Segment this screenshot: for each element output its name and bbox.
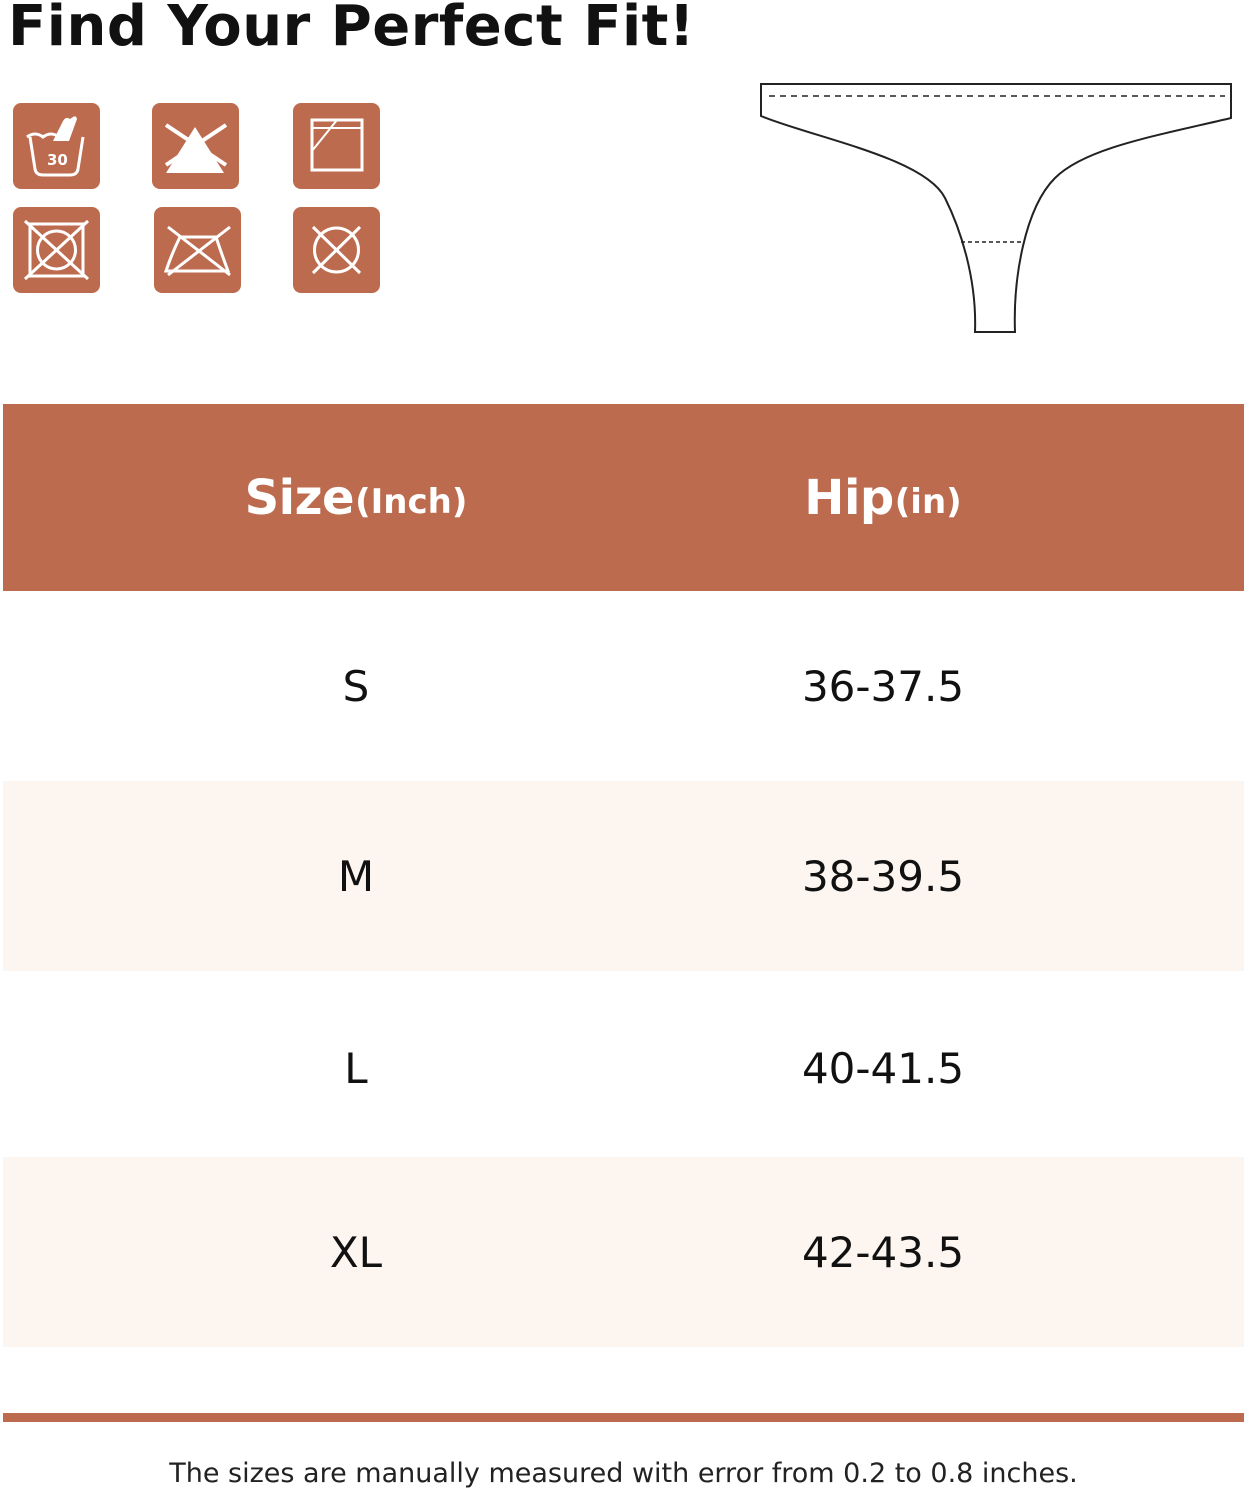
hip-cell: 42-43.5 [801, 1227, 965, 1277]
page-title: Find Your Perfect Fit! [8, 0, 695, 59]
do-not-bleach-icon [152, 103, 239, 189]
table-row: M 38-39.5 [3, 781, 1244, 971]
hip-cell: 40-41.5 [801, 1043, 965, 1093]
measurement-note: The sizes are manually measured with err… [169, 1458, 1078, 1489]
do-not-tumble-dry-icon [13, 207, 100, 293]
size-header-unit: (Inch) [355, 481, 468, 522]
thong-outline-illustration [755, 78, 1237, 340]
hip-header-unit: (in) [894, 481, 962, 522]
do-not-iron-icon [154, 207, 241, 293]
table-bottom-rule [3, 1413, 1244, 1422]
wash-temperature-label: 30 [47, 151, 68, 169]
table-row: S 36-37.5 [3, 591, 1244, 781]
size-table-header: Size (Inch) Hip (in) [3, 404, 1244, 591]
dry-flat-icon [293, 103, 380, 189]
hip-header-label: Hip [804, 469, 894, 526]
table-row: L 40-41.5 [3, 973, 1244, 1163]
size-header-label: Size [244, 469, 355, 526]
hand-wash-30-icon: 30 [13, 103, 100, 189]
do-not-dry-clean-icon [293, 207, 380, 293]
hip-column-header: Hip (in) [573, 404, 1193, 591]
hip-cell: 38-39.5 [801, 851, 965, 901]
hip-cell: 36-37.5 [801, 661, 965, 711]
table-row: XL 42-43.5 [3, 1157, 1244, 1347]
